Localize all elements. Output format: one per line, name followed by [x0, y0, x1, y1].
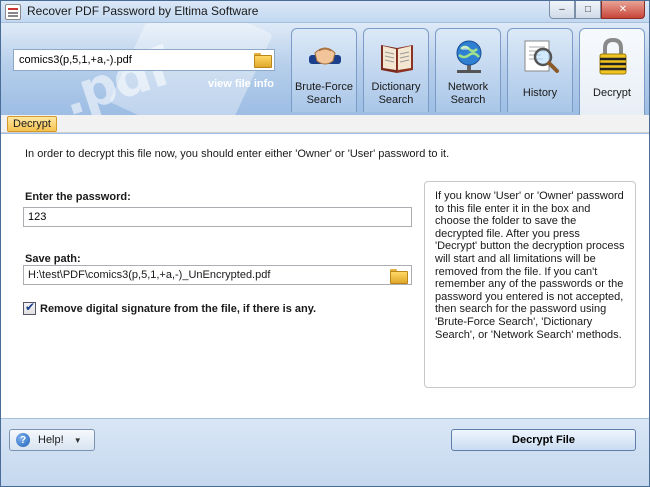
tab-network-search[interactable]: Network Search — [435, 28, 501, 112]
decrypt-panel: In order to decrypt this file now, you s… — [1, 134, 649, 418]
network-globe-icon — [456, 40, 482, 73]
file-path-field[interactable]: comics3(p,5,1,+a,-).pdf — [13, 49, 275, 71]
app-icon — [5, 4, 21, 20]
tab-brute-force-search[interactable]: Brute-Force Search — [291, 28, 357, 112]
help-button[interactable]: ? Help! ▼ — [9, 429, 95, 451]
password-input[interactable] — [23, 207, 412, 227]
magnifier-icon — [524, 40, 559, 73]
tab-label: Dictionary Search — [371, 81, 421, 106]
intro-text: In order to decrypt this file now, you s… — [25, 148, 450, 160]
header-band: .pdf comics3(p,5,1,+a,-).pdf view file i… — [1, 23, 649, 115]
view-file-info-link[interactable]: view file info — [208, 78, 274, 90]
folder-open-icon — [254, 53, 272, 68]
window-title: Recover PDF Password by Eltima Software — [27, 4, 259, 18]
file-name: comics3(p,5,1,+a,-).pdf — [19, 54, 132, 66]
maximize-button[interactable]: □ — [575, 1, 601, 19]
help-text-panel: If you know 'User' or 'Owner' password t… — [424, 181, 636, 388]
tab-label: Brute-Force Search — [294, 81, 354, 106]
open-file-button[interactable] — [254, 52, 272, 68]
tab-label: Decrypt — [593, 87, 631, 99]
window-controls: – □ ✕ — [549, 1, 645, 19]
tab-label: Network Search — [447, 81, 489, 106]
bottom-bar: ? Help! ▼ Decrypt File — [1, 418, 649, 486]
password-label: Enter the password: — [25, 191, 131, 203]
save-path-label: Save path: — [25, 253, 81, 265]
folder-open-icon — [390, 269, 408, 284]
title-bar: Recover PDF Password by Eltima Software … — [1, 1, 649, 23]
close-button[interactable]: ✕ — [601, 1, 645, 19]
section-label: Decrypt — [7, 116, 57, 132]
help-icon: ? — [16, 433, 30, 447]
remove-signature-label: Remove digital signature from the file, … — [40, 302, 317, 315]
tab-history[interactable]: History — [507, 28, 573, 112]
decrypt-file-button[interactable]: Decrypt File — [451, 429, 636, 451]
remove-signature-option[interactable]: Remove digital signature from the file, … — [23, 300, 317, 315]
chevron-down-icon: ▼ — [73, 435, 82, 445]
tab-dictionary-search[interactable]: Dictionary Search — [363, 28, 429, 112]
handshake-icon — [309, 47, 341, 65]
tab-decrypt[interactable]: Decrypt — [579, 28, 645, 115]
save-path-value: H:\test\PDF\comics3(p,5,1,+a,-)_UnEncryp… — [28, 269, 271, 281]
minimize-button[interactable]: – — [549, 1, 575, 19]
tab-label: History — [522, 87, 558, 99]
save-path-field[interactable]: H:\test\PDF\comics3(p,5,1,+a,-)_UnEncryp… — [23, 265, 412, 285]
section-header: Decrypt — [1, 115, 649, 133]
help-label: Help! — [38, 434, 64, 446]
app-window: Recover PDF Password by Eltima Software … — [0, 0, 650, 487]
tab-bar: Brute-Force Search Dictionary Search Net… — [291, 28, 645, 115]
browse-folder-button[interactable] — [390, 268, 408, 284]
remove-signature-checkbox[interactable] — [23, 300, 36, 315]
padlock-icon — [599, 37, 627, 75]
book-icon — [381, 45, 413, 73]
